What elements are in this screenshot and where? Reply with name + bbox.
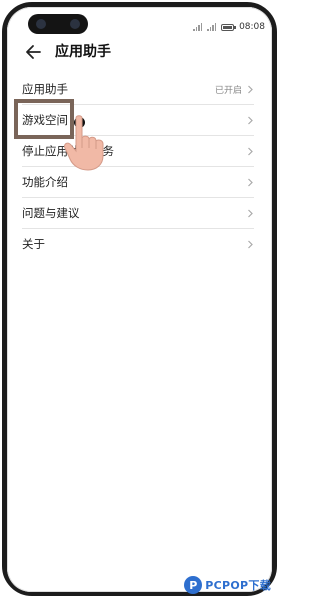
list-item-feedback[interactable]: 问题与建议 <box>22 198 254 229</box>
status-value: 已开启 <box>214 85 242 96</box>
signal-icon <box>207 23 217 31</box>
watermark: P PCPOP下载 <box>184 576 271 594</box>
chevron-right-icon <box>248 240 253 248</box>
chevron-right-icon <box>248 85 253 93</box>
watermark-logo-icon: P <box>184 576 203 594</box>
page-title: 应用助手 <box>55 44 111 60</box>
status-time: 08:08 <box>239 22 265 32</box>
chevron-right-icon <box>248 116 253 124</box>
battery-icon <box>221 23 237 31</box>
list-item-about[interactable]: 关于 <box>22 229 254 259</box>
chevron-right-icon <box>248 209 253 217</box>
list-item-features[interactable]: 功能介绍 <box>22 167 254 198</box>
list-item-label: 应用助手 <box>22 82 68 96</box>
signal-icon <box>193 23 203 31</box>
chevron-right-icon <box>248 147 253 155</box>
header: 应用助手 <box>0 40 279 64</box>
hand-pointer-icon <box>64 115 104 171</box>
watermark-text: PCPOP下载 <box>205 579 271 592</box>
list-item-stop-service[interactable]: 停止应用助手服务 <box>22 136 254 167</box>
list-item-label: 关于 <box>22 237 45 251</box>
list-item-label: 问题与建议 <box>22 206 80 220</box>
status-bar: 08:08 <box>193 22 265 32</box>
front-camera <box>28 14 88 34</box>
chevron-right-icon <box>248 178 253 186</box>
back-arrow-icon[interactable] <box>24 42 44 62</box>
list-item-label: 功能介绍 <box>22 175 68 189</box>
